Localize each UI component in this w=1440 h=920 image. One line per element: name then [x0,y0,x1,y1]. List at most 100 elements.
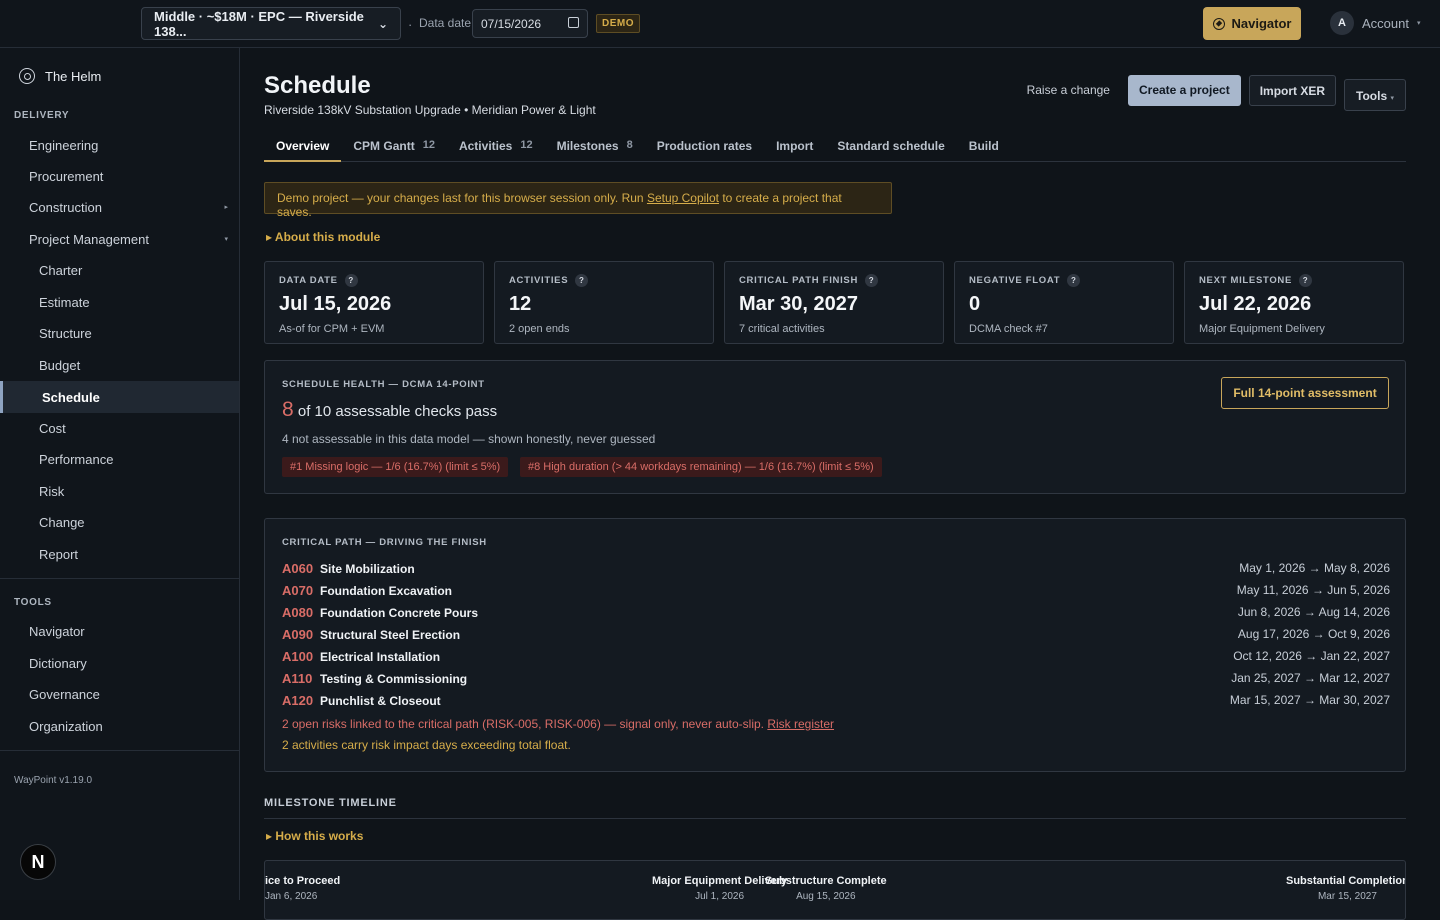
milestone-marker[interactable]: Substructure Complete Aug 15, 2026 [765,875,887,902]
raise-change-button[interactable]: Raise a change [1017,75,1120,105]
navigator-button[interactable]: Navigator [1203,7,1301,40]
kpi-value: Jul 22, 2026 [1199,293,1312,315]
assessment-note: 4 not assessable in this data model — sh… [282,432,656,446]
sidebar-item-construction[interactable]: Construction ▸ [29,194,236,220]
tab-activities[interactable]: Activities 12 [447,128,545,162]
sidebar-item-organization[interactable]: Organization [29,713,236,739]
expand-icon[interactable]: ▸ [224,203,228,211]
sidebar-item-label: Navigator [29,623,85,639]
sidebar-item-charter[interactable]: Charter [39,257,236,283]
calendar-icon[interactable] [568,17,579,28]
sidebar-item-navigator[interactable]: Navigator [29,618,236,644]
tab-milestones[interactable]: Milestones 8 [545,128,645,162]
top-bar: Middle · ~$18M · EPC — Riverside 138... ⌄… [0,0,1440,48]
critical-path-row[interactable]: A110 Testing & Commissioning Jan 25, 2027 … [282,669,1390,687]
activity-code: A060 [282,560,314,576]
kpi-subtext: 2 open ends [509,323,570,335]
chevron-down-icon: ⌄ [377,16,388,31]
help-icon[interactable]: ? [865,274,879,287]
sidebar-item-schedule[interactable]: Schedule [0,381,239,413]
critical-path-row[interactable]: A080 Foundation Concrete Pours Jun 8, 2026… [282,603,1390,621]
tab-count: 12 [520,139,533,151]
sidebar-item-label: Construction [29,199,102,215]
setup-copilot-link[interactable]: Setup Copilot [647,191,719,205]
critical-risk-note: 2 open risks linked to the critical path… [282,717,834,731]
schedule-health-card: SCHEDULE HEALTH — DCMA 14-POINT 8 of 10 … [264,360,1406,494]
sidebar-item-cost[interactable]: Cost [39,415,236,441]
tab-label: CPM Gantt [353,139,415,153]
how-label: How this works [275,829,364,843]
sidebar-item-budget[interactable]: Budget [39,352,236,378]
milestone-marker[interactable]: ice to Proceed Jan 6, 2026 [265,875,340,902]
kpi-critical-path-finish: CRITICAL PATH FINISH? Mar 30, 2027 7 criti… [724,261,944,344]
data-date-value: 07/15/2026 [481,17,542,31]
sidebar: The Helm DELIVERY Engineering Procuremen… [0,48,240,900]
activity-dates: Jan 25, 2027 → Mar 12, 2027 [1231,671,1390,685]
n-logo-icon[interactable]: N [20,844,56,880]
risk-register-link[interactable]: Risk register [767,717,834,731]
float-warning: 2 activities carry risk impact days exce… [282,738,571,752]
risk-note-text: 2 open risks linked to the critical path… [282,717,768,731]
tab-build[interactable]: Build [957,128,1011,162]
help-icon[interactable]: ? [344,274,358,287]
sidebar-item-label: Estimate [39,294,90,310]
tab-label: Milestones [556,139,619,153]
sidebar-item-engineering[interactable]: Engineering [29,132,236,158]
account-menu[interactable]: A Account ▾ [1330,11,1421,35]
data-date-input[interactable]: 07/15/2026 [472,9,588,38]
project-selector[interactable]: Middle · ~$18M · EPC — Riverside 138... ⌄ [141,7,401,40]
divider [0,578,239,579]
import-xer-button[interactable]: Import XER [1248,74,1337,106]
sidebar-item-dictionary[interactable]: Dictionary [29,650,236,676]
banner-text: Demo project — your changes last for thi… [277,191,647,205]
tab-standard-schedule[interactable]: Standard schedule [825,128,956,162]
about-label: About this module [274,230,381,244]
brand-link[interactable]: The Helm [19,68,101,84]
create-project-button[interactable]: Create a project [1127,74,1241,106]
compass-icon [1212,17,1225,30]
schedule-tabs: Overview CPM Gantt 12 Activities 12 Milest… [264,128,1406,162]
tools-button[interactable]: Tools ▾ [1344,79,1406,111]
kpi-cards: DATA DATE? Jul 15, 2026 As-of for CPM + EV… [264,261,1406,344]
critical-path-row[interactable]: A060 Site Mobilization May 1, 2026 → May 8… [282,559,1390,577]
critical-path-row[interactable]: A120 Punchlist & Closeout Mar 15, 2027 → M… [282,691,1390,709]
sidebar-item-performance[interactable]: Performance [39,446,236,472]
help-icon[interactable]: ? [1299,274,1313,287]
collapse-icon[interactable]: ▾ [224,235,228,243]
sidebar-item-label: Performance [39,451,114,467]
demo-badge: DEMO [596,14,640,33]
sidebar-item-report[interactable]: Report [39,541,236,567]
milestone-name: Substantial Completion [1286,875,1406,887]
help-icon[interactable]: ? [1067,274,1081,287]
sidebar-item-label: Engineering [29,137,99,153]
project-selector-value: Middle · ~$18M · EPC — Riverside 138... [154,8,364,39]
activity-name: Foundation Excavation [320,583,453,598]
sidebar-item-risk[interactable]: Risk [39,478,236,504]
milestone-marker[interactable]: Substantial Completion Mar 15, 2027 [1286,875,1406,902]
tab-label: Activities [458,139,513,153]
sidebar-item-estimate[interactable]: Estimate [39,289,236,315]
sidebar-item-project-management[interactable]: Project Management ▾ [29,226,236,252]
activity-code: A090 [282,626,314,642]
sidebar-item-structure[interactable]: Structure [39,320,236,346]
full-assessment-button[interactable]: Full 14-point assessment [1221,377,1389,409]
sidebar-item-procurement[interactable]: Procurement [29,163,236,189]
sidebar-item-change[interactable]: Change [39,509,236,535]
help-icon[interactable]: ? [575,274,589,287]
activity-name: Foundation Concrete Pours [320,605,479,620]
sidebar-item-label: Project Management [29,231,149,247]
tab-cpm-gantt[interactable]: CPM Gantt 12 [341,128,447,162]
critical-path-row[interactable]: A070 Foundation Excavation May 11, 2026 → … [282,581,1390,599]
kpi-next-milestone: NEXT MILESTONE? Jul 22, 2026 Major Equipme… [1184,261,1404,344]
tab-production-rates[interactable]: Production rates [645,128,764,162]
tab-import[interactable]: Import [764,128,825,162]
kpi-subtext: As-of for CPM + EVM [279,323,385,335]
critical-path-row[interactable]: A090 Structural Steel Erection Aug 17, 202… [282,625,1390,643]
tab-overview[interactable]: Overview [264,128,342,162]
about-module-toggle[interactable]: ▸ About this module [266,230,380,244]
sidebar-item-governance[interactable]: Governance [29,681,236,707]
how-this-works-toggle[interactable]: ▸ How this works [266,829,363,843]
critical-path-row[interactable]: A100 Electrical Installation Oct 12, 2026 … [282,647,1390,665]
tab-label: Standard schedule [837,139,945,153]
tab-label: Import [776,139,814,153]
